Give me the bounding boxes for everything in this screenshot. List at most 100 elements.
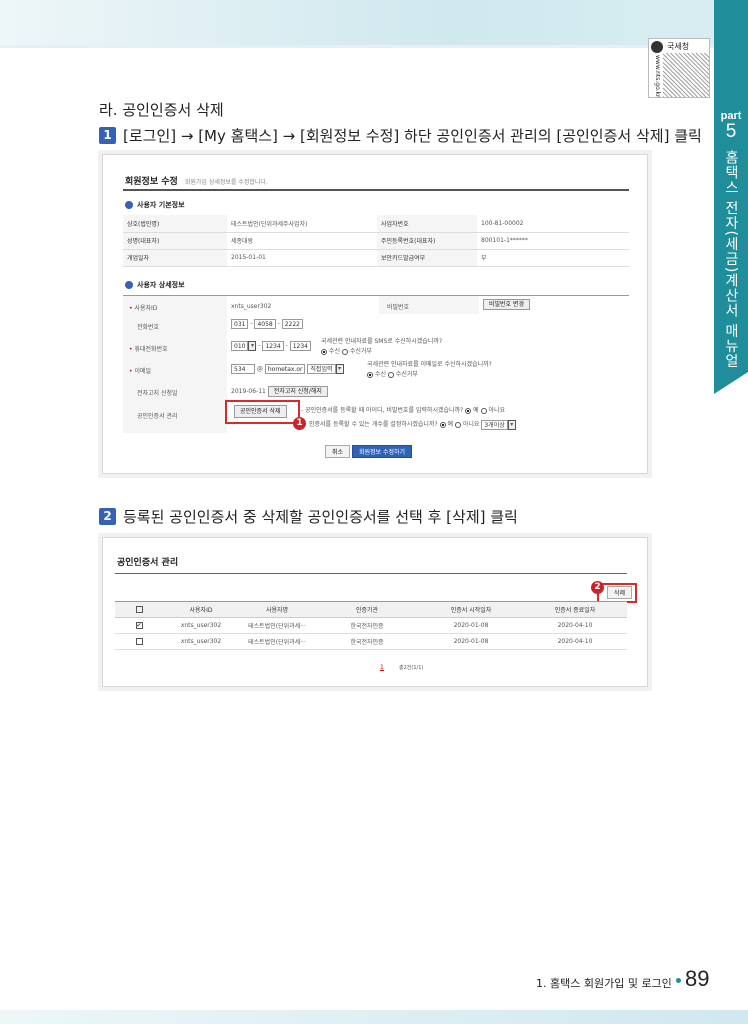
- mobile-prefix-select[interactable]: 010: [231, 341, 249, 351]
- password-change-button[interactable]: 비밀번호 변경: [483, 299, 531, 310]
- cert-q1-row: - 공인인증서를 등록할 때 아이디, 비밀번호를 입력하시겠습니까? 예 아니…: [301, 407, 506, 414]
- sms-yes-radio[interactable]: [321, 348, 327, 355]
- einvoice-date: 2019-06-11: [231, 388, 266, 395]
- table-row[interactable]: ✔ xnts_user302 테스트법인(단위과세··· 한국전자인증 2020…: [115, 617, 627, 634]
- basic-value: 2015-01-01: [227, 249, 377, 267]
- side-tab-tip: [714, 372, 748, 394]
- sms-no-radio[interactable]: [341, 348, 348, 355]
- select-all-header: [115, 601, 163, 618]
- cert-q1-no-label: 아니요: [488, 407, 506, 414]
- sms-question: 국세관련 안내자료를 SMS로 수신하시겠습니까?: [321, 338, 443, 345]
- mobile-last-input[interactable]: 1234: [289, 341, 311, 351]
- cert-q1-no-radio[interactable]: [480, 407, 487, 414]
- row-checkbox[interactable]: [135, 638, 143, 645]
- mobile-fields: 010 ▾ - 1234 - 1234: [231, 341, 311, 351]
- phone-area-input[interactable]: 031: [231, 319, 249, 329]
- email-domain-input[interactable]: hometax.or: [264, 364, 306, 374]
- cert-q2-yes-radio[interactable]: [439, 421, 446, 428]
- mobile-mid-input[interactable]: 1234: [262, 341, 284, 351]
- basic-key: 성명(대표자): [123, 232, 227, 250]
- cert-q2-no-label: 아니요: [462, 421, 480, 428]
- row-select-cell: ✔: [115, 617, 163, 634]
- email-id-input[interactable]: 534: [231, 364, 255, 374]
- step-2-number: 2: [99, 508, 116, 525]
- cert-q2-text: 인증서를 등록할 수 있는 개수를 설정하시겠습니까?: [309, 421, 438, 428]
- col-header: 인증기관: [315, 601, 419, 618]
- qr-label: 국세청: [667, 42, 690, 51]
- cancel-button[interactable]: 취소: [325, 445, 351, 458]
- cert-q2-yes-label: 예: [447, 421, 454, 428]
- einvoice-toggle-button[interactable]: 전자고지 신청/해지: [267, 386, 328, 397]
- form-title: 회원정보 수정 회원가입 상세정보를 수정합니다.: [125, 174, 268, 187]
- table-row[interactable]: xnts_user302 테스트법인(단위과세··· 한국전자인증 2020-0…: [115, 633, 627, 650]
- submit-button[interactable]: 회원정보 수정하기: [351, 445, 413, 458]
- section-bullet-icon: [125, 281, 133, 289]
- email-no-radio[interactable]: [387, 371, 394, 378]
- bottom-band: [0, 1010, 748, 1024]
- basic-section-label: 사용자 기본정보: [137, 201, 185, 209]
- highlight-box-1: [225, 400, 300, 424]
- user-id-label: • 사용자ID: [129, 305, 158, 312]
- page-link[interactable]: 1: [380, 664, 384, 671]
- cert-start-date: 2020-01-08: [419, 617, 523, 634]
- cert-user-id: xnts_user302: [163, 633, 239, 650]
- email-label-text: 이메일: [134, 368, 152, 375]
- table-row: 성명(대표자) 세종대왕 주민등록번호(대표자) 800101-1******: [123, 232, 629, 250]
- cert-q1-yes-label: 예: [473, 407, 479, 414]
- footer-chapter: 1. 홈택스 회원가입 및 로그인: [536, 977, 672, 990]
- step-2-text: 등록된 공인인증서 중 삭제할 공인인증서를 선택 후 [삭제] 클릭: [123, 508, 518, 526]
- email-domain-select[interactable]: 직접입력: [307, 364, 336, 374]
- sms-yes-label: 수신: [328, 348, 340, 355]
- email-no-label: 수신거부: [395, 371, 418, 378]
- sms-no-label: 수신거부: [349, 348, 372, 355]
- page-number: 89: [685, 966, 710, 991]
- phone-mid-input[interactable]: 4058: [254, 319, 276, 329]
- section-heading: 라. 공인인증서 삭제: [99, 101, 224, 119]
- cert-q2-no-radio[interactable]: [454, 421, 461, 428]
- step-1-text: [로그인] → [My 홈택스] → [회원정보 수정] 하단 공인인증서 관리…: [123, 127, 702, 145]
- sms-radio-group: 수신 수신거부: [321, 346, 372, 355]
- qr-side-text: www.nts.go.kr: [654, 55, 661, 98]
- top-band: [0, 0, 748, 48]
- email-question: 국세관련 안내자료를 이메일로 수신하시겠습니까?: [367, 361, 492, 368]
- chevron-down-icon[interactable]: ▾: [335, 364, 344, 374]
- title-rule: [123, 189, 629, 191]
- chevron-down-icon[interactable]: ▾: [507, 419, 516, 430]
- member-edit-card: 회원정보 수정 회원가입 상세정보를 수정합니다. 사용자 기본정보 상호(법인명…: [102, 154, 648, 474]
- basic-section-title: 사용자 기본정보: [125, 200, 185, 210]
- form-subtitle: 회원가입 상세정보를 수정합니다.: [184, 179, 268, 186]
- basic-value: 100-81-00002: [477, 215, 629, 233]
- email-radio-group: 수신 수신거부: [367, 369, 418, 378]
- chevron-down-icon[interactable]: ▾: [248, 341, 257, 351]
- basic-key: 상호(법인명): [123, 215, 227, 233]
- email-at-sign: @: [256, 365, 263, 373]
- cert-end-date: 2020-04-10: [523, 617, 627, 634]
- email-yes-label: 수신: [374, 371, 386, 378]
- email-yes-radio[interactable]: [367, 371, 373, 378]
- col-header: 인증서 시작일자: [419, 601, 523, 618]
- phone-fields: 031 - 4058 - 2222: [231, 319, 303, 329]
- einvoice-label: 전자고지 신청일: [137, 390, 178, 397]
- basic-value: 800101-1******: [477, 232, 629, 250]
- cert-list-title: 공인인증서 관리: [117, 558, 179, 568]
- step-1: 1 [로그인] → [My 홈택스] → [회원정보 수정] 하단 공인인증서 …: [99, 125, 702, 146]
- cert-start-date: 2020-01-08: [419, 633, 523, 650]
- col-header: 사용자ID: [163, 601, 239, 618]
- cert-q1-yes-radio[interactable]: [465, 407, 472, 414]
- part-number: 5: [725, 121, 737, 142]
- cert-title-rule: [115, 573, 627, 574]
- select-all-checkbox[interactable]: [135, 606, 143, 613]
- detail-section-label: 사용자 상세정보: [137, 281, 185, 289]
- qr-code: 국세청 www.nts.go.kr: [648, 38, 710, 98]
- phone-last-input[interactable]: 2222: [281, 319, 303, 329]
- user-id-label-text: 사용자ID: [134, 305, 158, 312]
- phone-label: 전화번호: [137, 324, 160, 331]
- qr-pattern: [663, 53, 709, 97]
- cert-manage-label: 공인인증서 관리: [137, 413, 178, 420]
- nts-logo-icon: [651, 41, 663, 53]
- footer-bullet-icon: [676, 978, 681, 983]
- row-checkbox[interactable]: ✔: [135, 622, 143, 629]
- cert-count-select[interactable]: 3개이상: [481, 419, 508, 430]
- col-header: 인증서 종료일자: [523, 601, 627, 618]
- email-label: • 이메일: [129, 368, 152, 375]
